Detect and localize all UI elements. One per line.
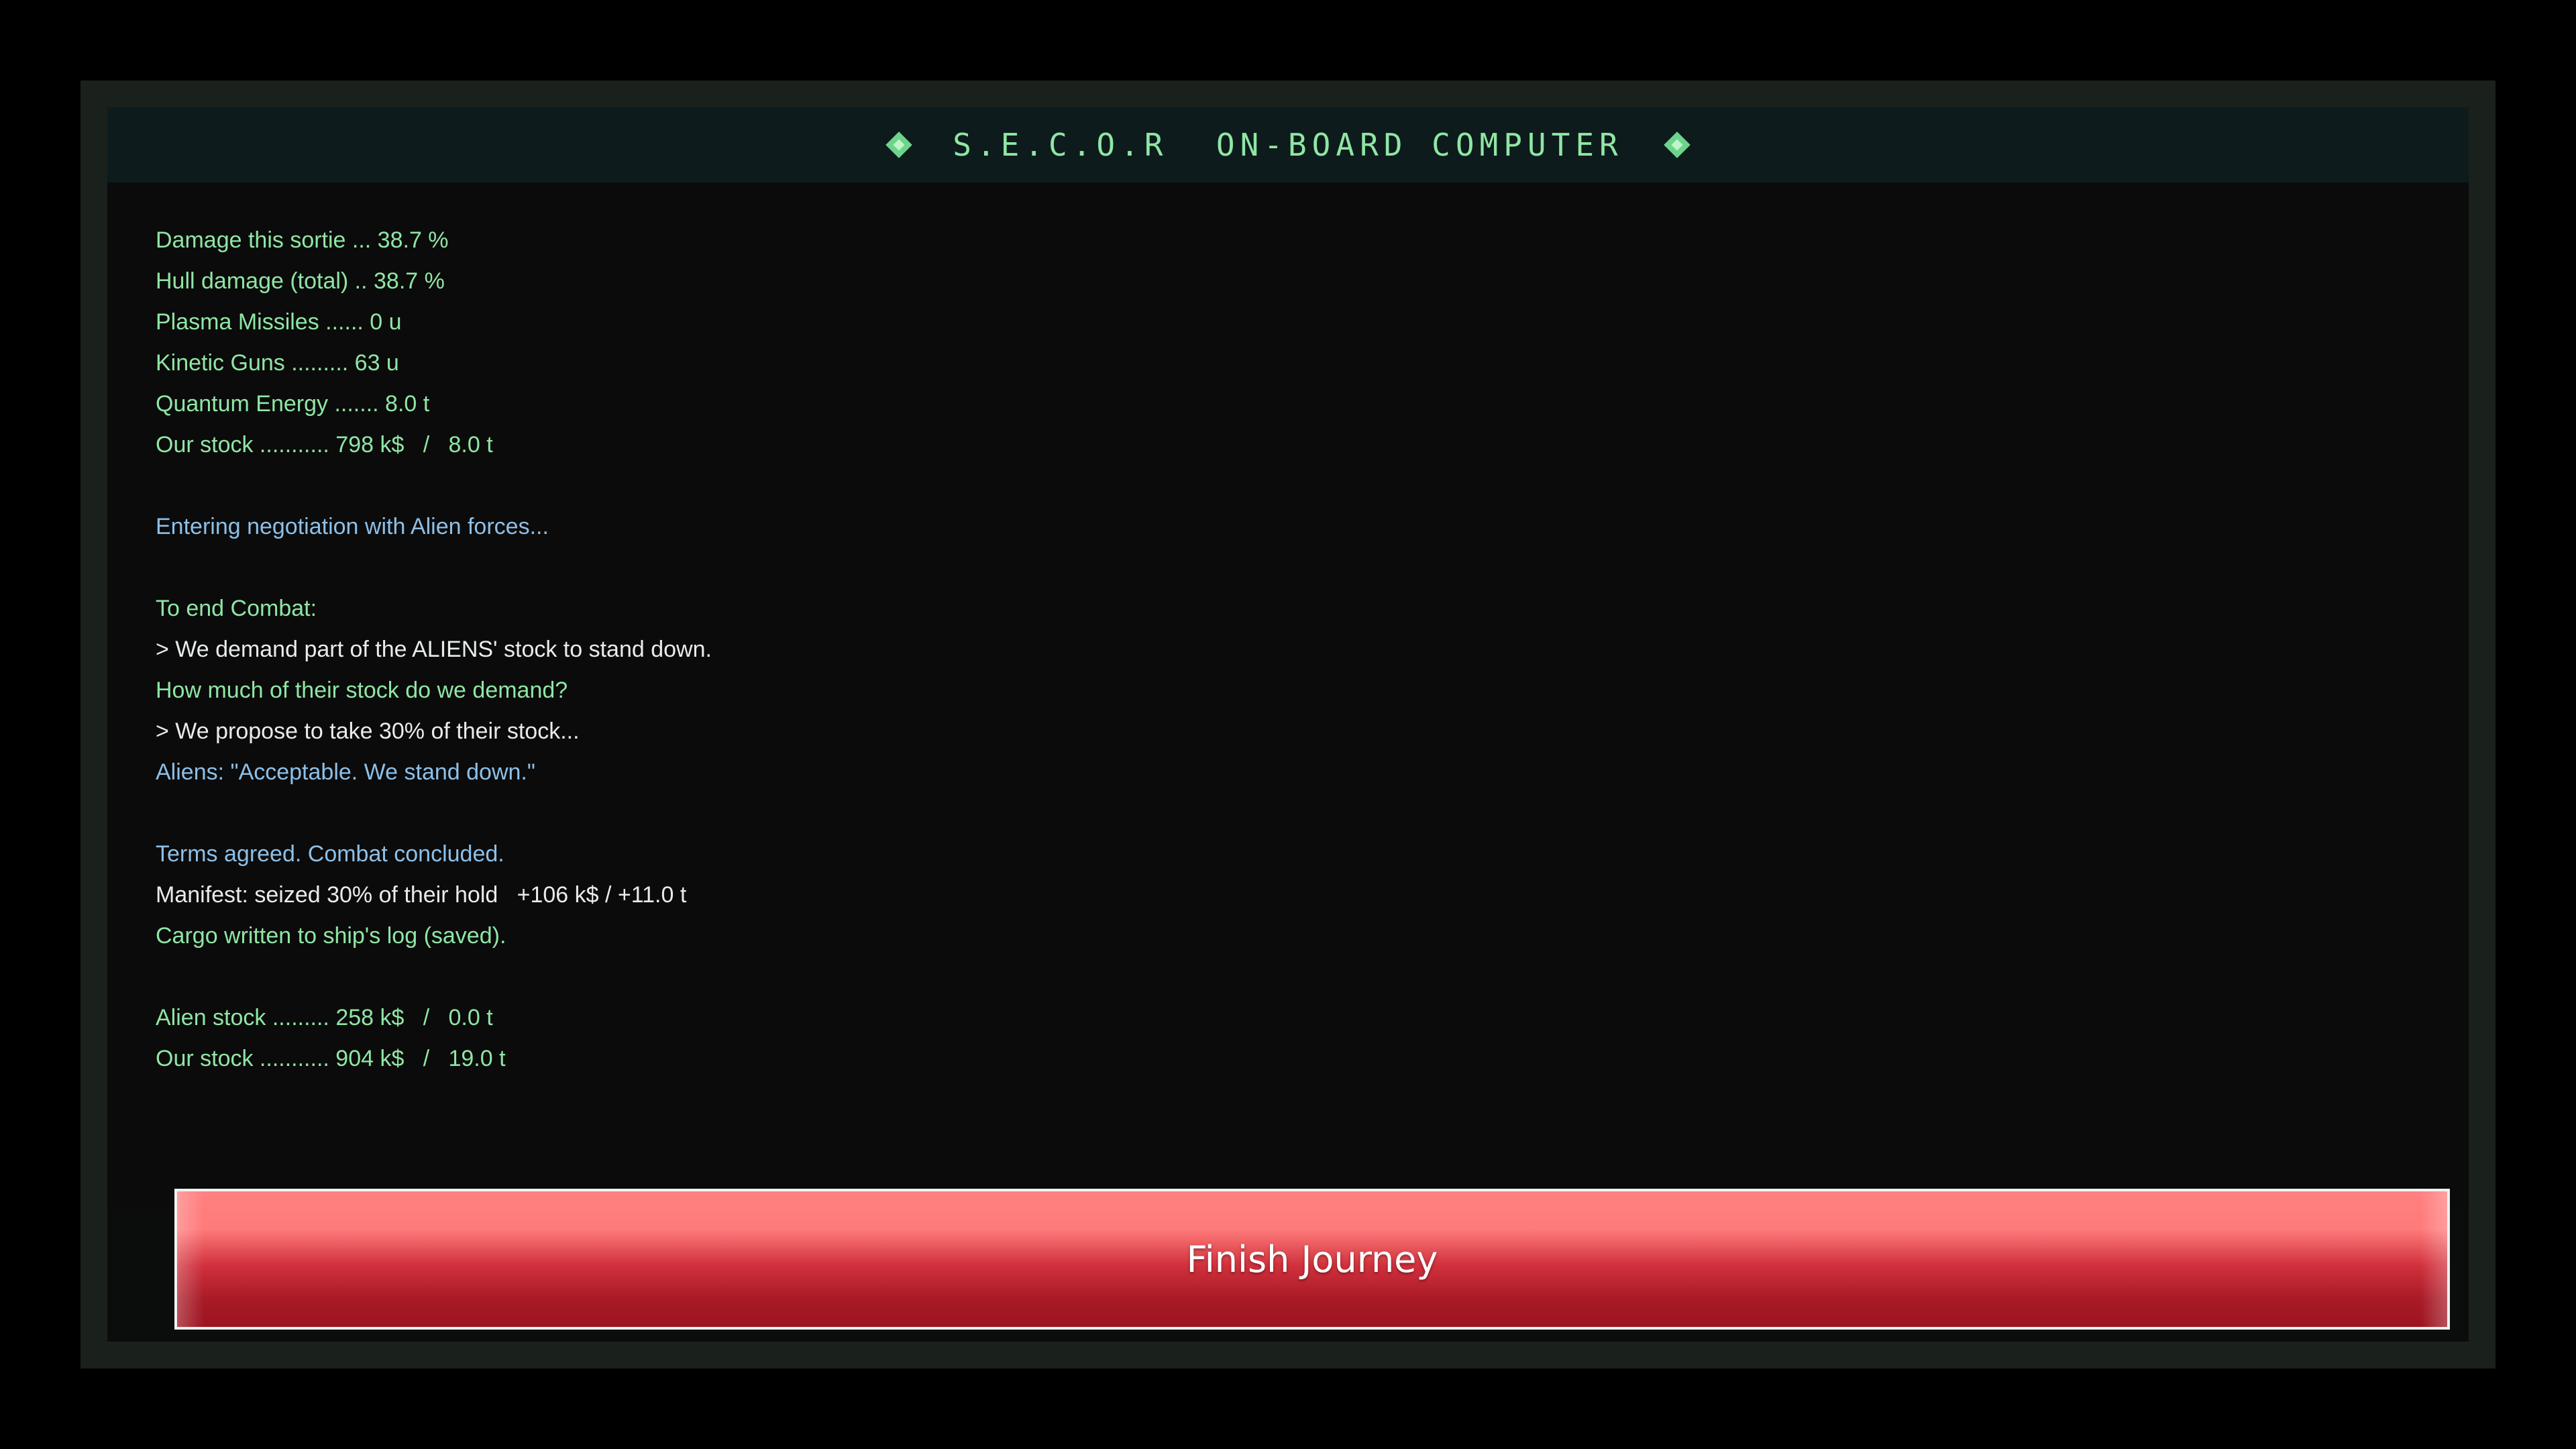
log-line: Terms agreed. Combat concluded. [156, 841, 504, 867]
log-line: How much of their stock do we demand? [156, 678, 568, 703]
log-line: Manifest: seized 30% of their hold +106 … [156, 882, 687, 908]
log-line: Our stock ........... 904 k$ / 19.0 t [156, 1046, 506, 1071]
log-line: > We demand part of the ALIENS' stock to… [156, 637, 712, 662]
title-bar: S.E.C.O.R ON-BOARD COMPUTER [107, 107, 2469, 182]
message-log: Damage this sortie ... 38.7 % Hull damage… [156, 220, 2369, 1079]
page-title: S.E.C.O.R ON-BOARD COMPUTER [953, 127, 1623, 163]
diamond-icon [1664, 131, 1690, 158]
log-line: Entering negotiation with Alien forces..… [156, 514, 549, 539]
log-line: Alien stock ......... 258 k$ / 0.0 t [156, 1005, 493, 1030]
log-line: Hull damage (total) .. 38.7 % [156, 268, 445, 294]
log-line: Damage this sortie ... 38.7 % [156, 227, 449, 253]
log-line: Aliens: "Acceptable. We stand down." [156, 759, 535, 785]
log-line: Cargo written to ship's log (saved). [156, 923, 506, 949]
log-line: Quantum Energy ....... 8.0 t [156, 391, 430, 417]
computer-console: S.E.C.O.R ON-BOARD COMPUTER Damage this … [107, 107, 2469, 1342]
diamond-icon [885, 131, 912, 158]
log-line: Plasma Missiles ...... 0 u [156, 309, 402, 335]
log-line: Kinetic Guns ......... 63 u [156, 350, 399, 376]
log-line: > We propose to take 30% of their stock.… [156, 718, 580, 744]
outer-frame: S.E.C.O.R ON-BOARD COMPUTER Damage this … [80, 80, 2496, 1368]
log-line: To end Combat: [156, 596, 317, 621]
log-panel: Damage this sortie ... 38.7 % Hull damage… [107, 182, 2469, 1209]
log-line: Our stock ........... 798 k$ / 8.0 t [156, 432, 493, 458]
finish-journey-button[interactable]: Finish Journey [174, 1189, 2450, 1330]
